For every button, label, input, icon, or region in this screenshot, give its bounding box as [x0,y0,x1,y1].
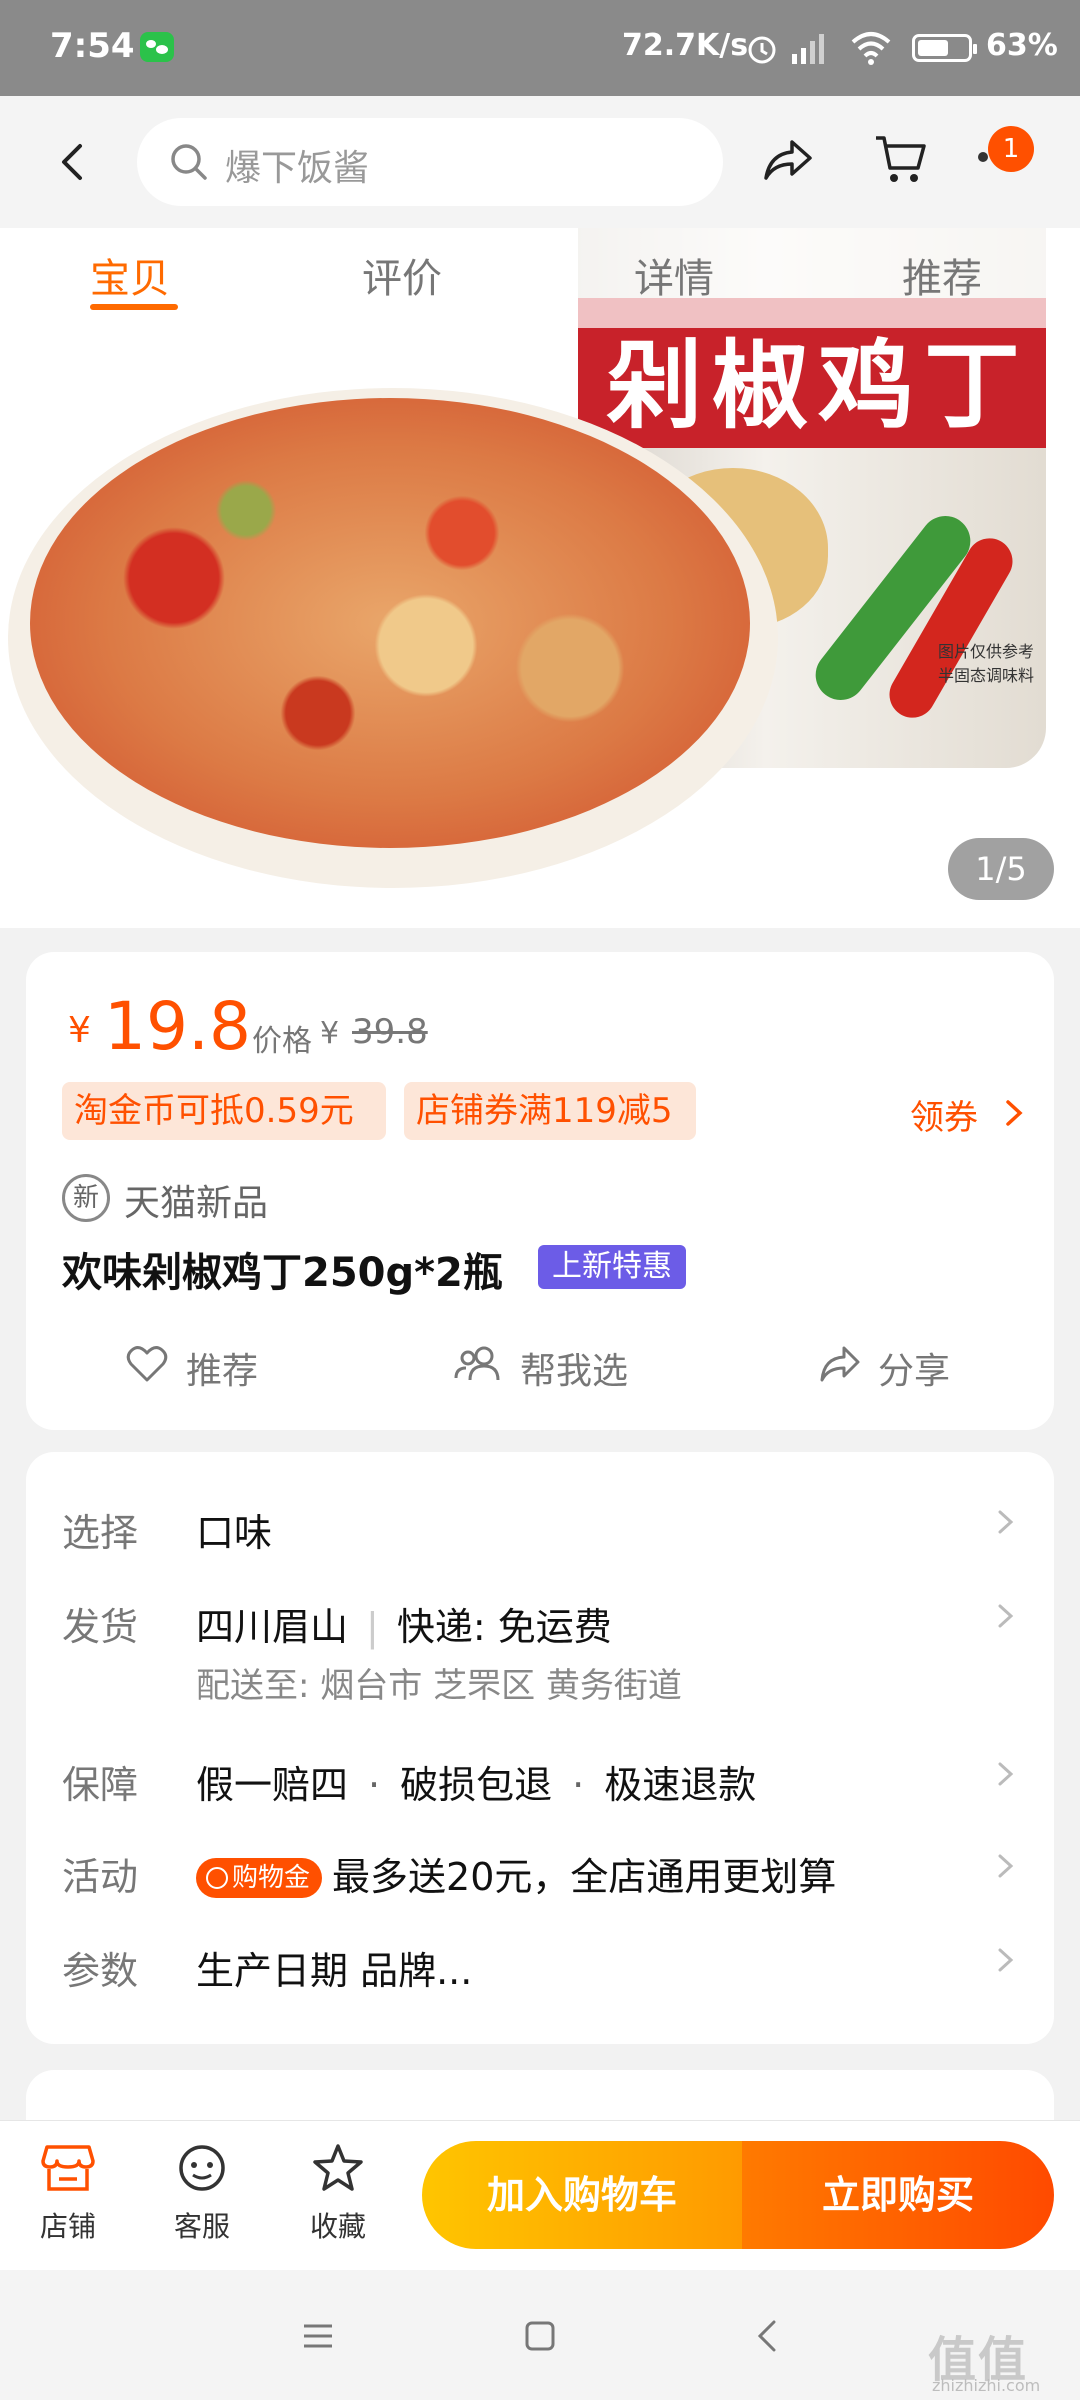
row-value: 生产日期 品牌... [196,1949,473,1993]
status-time: 7:54 [50,26,135,66]
tab-baobei[interactable]: 宝贝 [90,246,170,304]
favorite-label: 收藏 [309,2210,366,2243]
back-nav-icon[interactable] [750,2318,786,2354]
row-key: 选择 [62,1511,139,1555]
network-speed: 72.7K/s [622,28,749,63]
share-label: 分享 [878,1351,951,1392]
product-tabs: 宝贝 评价 详情 推荐 [0,228,1080,328]
share-icon [820,1346,860,1382]
row-key: 发货 [62,1605,139,1649]
row-value: 假一赔四 · 破损包退 · 极速退款 [196,1763,757,1807]
wechat-icon [140,32,174,62]
recommend-label: 推荐 [186,1351,259,1392]
new-icon: 新 [62,1174,110,1222]
chevron-right-icon [998,1948,1014,1972]
alarm-icon [748,36,776,64]
service-icon [179,2145,225,2191]
store-coupon-tag: 店铺券满119减5 [404,1082,696,1140]
battery-percent: 63% [986,28,1058,63]
product-title: 欢味剁椒鸡丁250g*2瓶 [62,1250,503,1296]
original-price-label: 价格 [252,1024,312,1059]
back-icon[interactable] [52,140,92,184]
store-button[interactable]: 店铺 [18,2143,118,2245]
help-choose-label: 帮我选 [520,1351,629,1392]
chevron-right-icon [1006,1100,1023,1126]
search-placeholder: 爆下饭酱 [225,148,370,189]
search-icon [171,144,207,180]
chevron-right-icon [998,1854,1014,1878]
system-nav-bar [0,2270,1080,2400]
tab-details[interactable]: 详情 [634,246,714,304]
people-icon [454,1346,500,1381]
tab-reviews[interactable]: 评价 [362,246,442,304]
add-to-cart-button[interactable]: 加入购物车 [422,2141,742,2249]
original-price: 39.8 [352,1012,428,1052]
info-card: 选择 口味 发货 四川眉山 | 快递: 免运费 配送至: 烟台市 芝罘区 黄务街道 … [26,1452,1054,2044]
jar-label: 剁椒鸡丁 [606,330,1030,442]
customer-service-button[interactable]: 客服 [152,2143,252,2245]
bottom-action-bar: 店铺 客服 收藏 加入购物车 立即购买 [0,2120,1080,2270]
top-header: 爆下饭酱 1 [0,96,1080,228]
taojinbi-tag: 淘金币可抵0.59元 [62,1082,386,1140]
get-coupon-link[interactable]: 领券 [910,1090,978,1139]
watermark: 值值值 zhizhizhi.com [928,2332,1041,2395]
menu-icon[interactable] [300,2318,336,2354]
favorite-button[interactable]: 收藏 [288,2143,388,2245]
chevron-right-icon [998,1762,1014,1786]
promo-badge: 上新特惠 [538,1245,686,1289]
price: 19.8 [104,988,251,1065]
cart-icon[interactable] [872,132,928,186]
image-counter: 1/5 [948,838,1054,900]
product-gallery[interactable]: 剁椒鸡丁 图片仅供参考 半固态调味料 宝贝 评价 详情 推荐 1/5 [0,228,1080,928]
jar-fine-print: 图片仅供参考 半固态调味料 [938,642,1035,685]
active-tab-indicator [90,304,178,310]
chevron-right-icon [998,1604,1014,1628]
battery-icon [912,34,977,62]
ship-method: 快递: 免运费 [396,1605,612,1649]
row-key: 活动 [62,1855,139,1899]
tmall-new-label: 天猫新品 [124,1183,269,1224]
cart-badge: 1 [988,126,1034,172]
wifi-icon [851,32,891,65]
service-label: 客服 [173,2210,230,2243]
share-icon[interactable] [762,136,814,184]
row-key: 参数 [62,1949,139,1993]
store-label: 店铺 [39,2210,96,2243]
store-icon [41,2145,95,2191]
tab-recommend[interactable]: 推荐 [902,246,982,304]
chevron-right-icon [998,1510,1014,1534]
price-currency: ¥ [68,1010,91,1051]
coin-icon [206,1867,228,1889]
row-value: 口味 [196,1511,273,1555]
home-icon[interactable] [522,2318,558,2354]
shopping-gold-badge: 购物金 [196,1858,323,1898]
original-price-currency: ¥ [320,1016,340,1051]
ship-origin: 四川眉山 [196,1605,349,1649]
delivery-address: 配送至: 烟台市 芝罘区 黄务街道 [196,1666,682,1706]
row-value: 购物金 最多送20元，全店通用更划算 [196,1846,836,1901]
food-image [30,398,750,848]
heart-icon [126,1346,168,1382]
price-card: ¥ 19.8 价格 ¥ 39.8 淘金币可抵0.59元 店铺券满119减5 领券… [26,952,1054,1430]
search-bar[interactable]: 爆下饭酱 [137,118,723,206]
status-bar: 7:54 72.7K/s 63% [0,0,1080,96]
row-value: 四川眉山 | 快递: 免运费 [196,1605,612,1649]
signal-icon [792,34,824,64]
star-icon [313,2144,363,2191]
buy-now-button[interactable]: 立即购买 [742,2141,1054,2249]
row-key: 保障 [62,1763,139,1807]
